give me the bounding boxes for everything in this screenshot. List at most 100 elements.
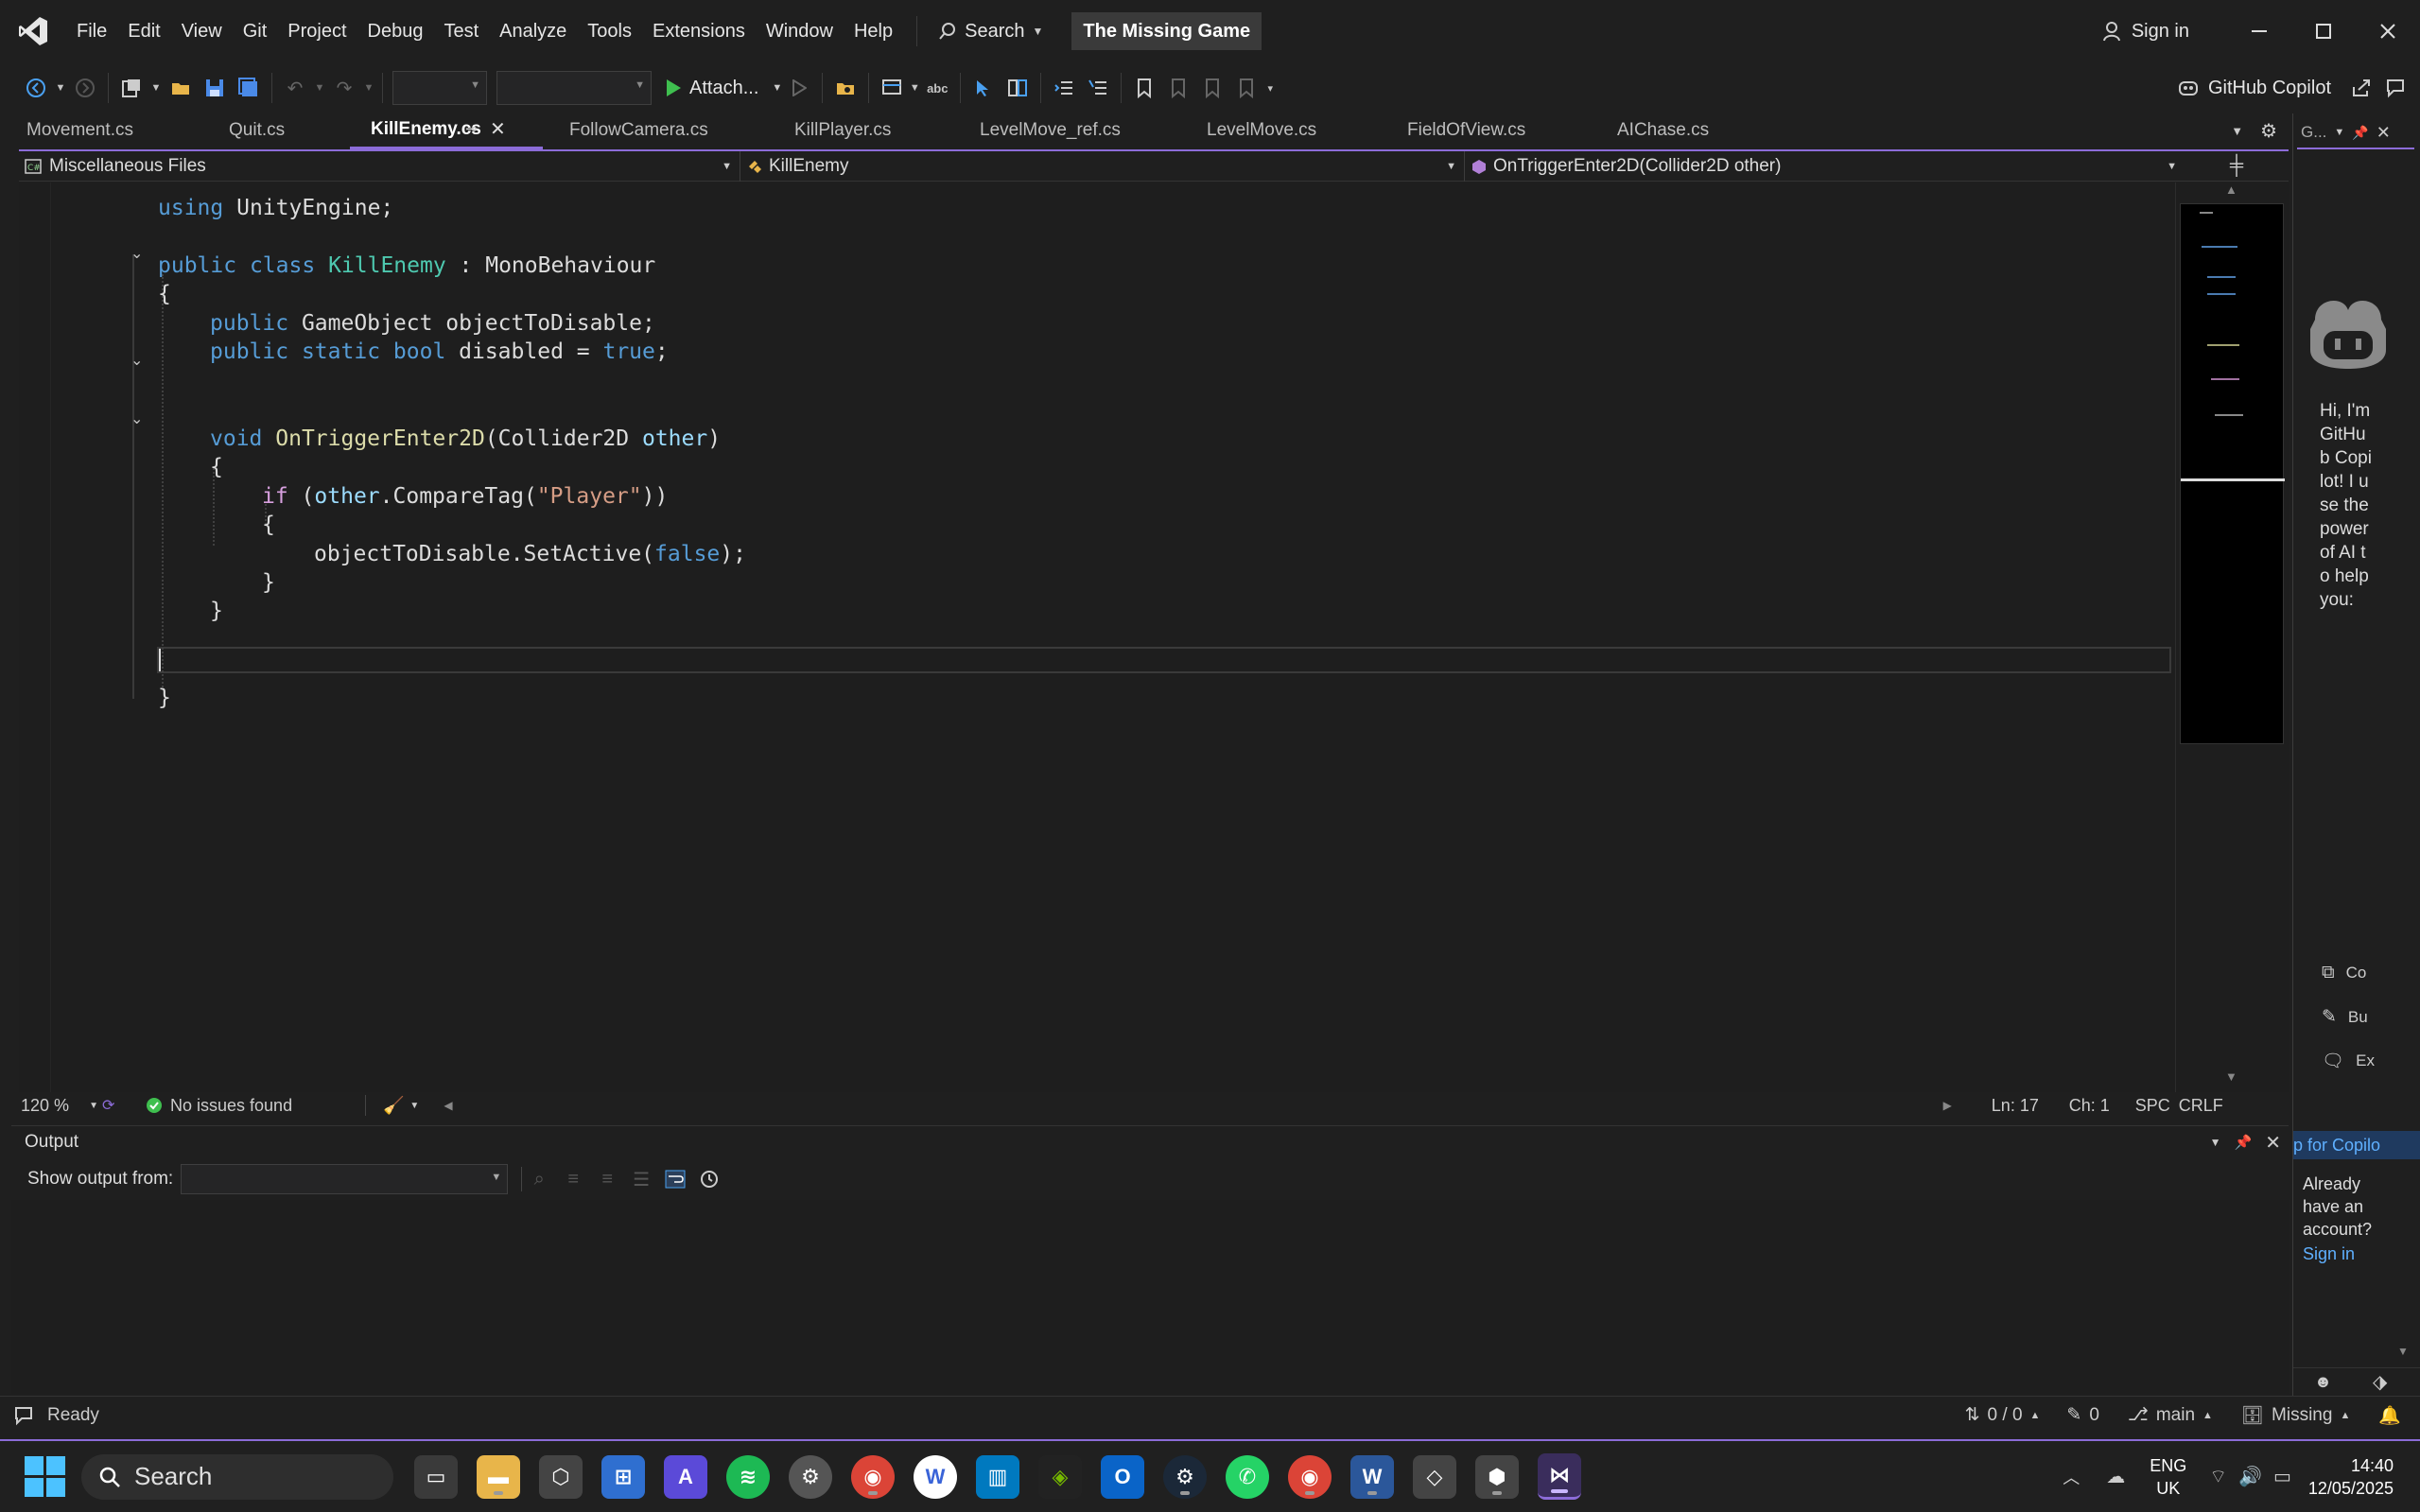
windows-start-button[interactable] xyxy=(21,1453,68,1501)
pin-icon[interactable]: 📌 xyxy=(2352,125,2368,141)
minimap[interactable] xyxy=(2180,203,2285,744)
prev-bookmark-button[interactable] xyxy=(1161,69,1195,107)
issues-indicator[interactable]: No issues found xyxy=(146,1096,363,1116)
maximize-button[interactable] xyxy=(2291,12,2356,50)
whitespace-mode[interactable]: SPC xyxy=(2135,1096,2179,1116)
chrome-profile-icon[interactable]: ◉ xyxy=(1288,1454,1332,1499)
nvidia-icon[interactable]: ◈ xyxy=(1038,1454,1082,1499)
share-button[interactable] xyxy=(2344,69,2378,107)
tab-levelmove[interactable]: LevelMove.cs xyxy=(1180,113,1381,148)
scroll-left-icon[interactable]: ◀ xyxy=(444,1099,452,1112)
spotify-icon[interactable]: ≋ xyxy=(726,1454,770,1499)
chevron-down-icon[interactable]: ▼ xyxy=(2334,127,2344,138)
tab-followcamera[interactable]: FollowCamera.cs xyxy=(543,113,768,148)
clock[interactable]: 14:40 12/05/2025 xyxy=(2308,1454,2394,1500)
copilot-suggestion-3[interactable]: 🗨 Ex xyxy=(2322,1050,2375,1072)
timestamps-button[interactable] xyxy=(692,1160,726,1198)
back-button[interactable] xyxy=(19,69,53,107)
vertical-scrollbar[interactable]: ▲ ▼ xyxy=(2175,182,2289,1092)
bookmark-button[interactable] xyxy=(1127,69,1161,107)
tab-levelmove-ref[interactable]: LevelMove_ref.cs xyxy=(953,113,1180,148)
undo-dropdown[interactable]: ▼ xyxy=(312,69,327,107)
class-dropdown[interactable]: KillEnemy ▼ xyxy=(740,150,1464,182)
platform-select[interactable]: ▼ xyxy=(496,71,652,105)
microsoft-store-icon[interactable]: ⊞ xyxy=(601,1454,645,1499)
wattpad-icon[interactable]: W xyxy=(914,1454,957,1499)
collapse-icon[interactable]: ⌄ xyxy=(131,409,149,428)
sign-in-button[interactable]: Sign in xyxy=(2102,21,2189,43)
tab-list-dropdown-icon[interactable]: ▼ xyxy=(2231,124,2243,138)
copilot-suggestion-2[interactable]: ✎ Bu xyxy=(2322,1006,2368,1028)
next-message-button[interactable]: ≡ xyxy=(590,1160,624,1198)
split-window-button[interactable]: ╪ xyxy=(2185,155,2289,177)
menu-test[interactable]: Test xyxy=(433,0,489,62)
affinity-icon[interactable]: A xyxy=(664,1454,707,1499)
comment-button[interactable] xyxy=(1081,69,1115,107)
tab-aichase[interactable]: AIChase.cs xyxy=(1591,113,1759,148)
clear-bookmarks-button[interactable] xyxy=(1229,69,1263,107)
tab-killenemy[interactable]: KillEnemy.cs ⊸ ✕ xyxy=(350,112,543,149)
column-number[interactable]: Ch: 1 xyxy=(2069,1096,2135,1116)
close-panel-icon[interactable]: ✕ xyxy=(2376,123,2391,143)
volume-icon[interactable]: 🔊 xyxy=(2238,1465,2262,1488)
unity-icon[interactable]: ◇ xyxy=(1413,1454,1456,1499)
copilot-signup-button[interactable]: p for Copilo xyxy=(2293,1131,2420,1159)
gear-icon[interactable]: ⚙ xyxy=(2260,119,2277,143)
find-message-button[interactable]: ⌕ xyxy=(522,1160,556,1198)
menu-analyze[interactable]: Analyze xyxy=(489,0,577,62)
copilot-suggestion-1[interactable]: ⧉ Co xyxy=(2322,963,2366,983)
git-changes-indicator[interactable]: ⇅ 0 / 0 ▲ xyxy=(1965,1404,2041,1426)
menu-project[interactable]: Project xyxy=(277,0,357,62)
taskbar-search[interactable]: Search xyxy=(81,1453,393,1500)
tab-killplayer[interactable]: KillPlayer.cs xyxy=(768,113,953,148)
menu-file[interactable]: File xyxy=(66,0,117,62)
visual-studio-taskbar-icon[interactable]: ⋈ xyxy=(1538,1453,1581,1500)
show-hidden-icons-chevron-icon[interactable]: ︿ xyxy=(2063,1465,2080,1489)
search-button[interactable]: Search ▼ xyxy=(931,12,1051,50)
menu-git[interactable]: Git xyxy=(233,0,278,62)
intellicode-icon[interactable]: ⟳ xyxy=(102,1096,125,1115)
branch-selector[interactable]: ⎇ main ▲ xyxy=(2128,1404,2213,1426)
clear-all-button[interactable]: ☰ xyxy=(624,1160,658,1198)
close-panel-icon[interactable]: ✕ xyxy=(2265,1131,2281,1155)
spell-check-button[interactable]: abc xyxy=(920,69,954,107)
menu-tools[interactable]: Tools xyxy=(577,0,642,62)
layout-dropdown[interactable]: ▼ xyxy=(909,69,920,107)
zoom-select[interactable]: 120 % ▼ xyxy=(19,1096,102,1116)
undo-button[interactable]: ↶ xyxy=(278,69,312,107)
whatsapp-icon[interactable]: ✆ xyxy=(1226,1454,1269,1499)
wifi-icon[interactable]: ⌔ xyxy=(2209,1465,2227,1488)
start-without-debugging-button[interactable] xyxy=(782,69,816,107)
scroll-down-icon[interactable]: ▼ xyxy=(2397,1345,2409,1358)
collapse-icon[interactable]: ⌄ xyxy=(131,244,149,263)
trello-icon[interactable]: ▥ xyxy=(976,1454,1019,1499)
tab-quit[interactable]: Quit.cs xyxy=(202,113,350,148)
copilot-sign-in-link[interactable]: Sign in xyxy=(2303,1244,2355,1264)
attach-button[interactable]: Attach... ▼ xyxy=(665,69,782,107)
unity-hub-icon[interactable]: ⬡ xyxy=(539,1454,583,1499)
line-number[interactable]: Ln: 17 xyxy=(1992,1096,2069,1116)
redo-dropdown[interactable]: ▼ xyxy=(361,69,376,107)
save-button[interactable] xyxy=(198,69,232,107)
language-indicator[interactable]: ENG UK xyxy=(2150,1454,2186,1500)
close-window-button[interactable] xyxy=(2356,12,2420,50)
configuration-select[interactable]: ▼ xyxy=(392,71,487,105)
forward-button[interactable] xyxy=(68,69,102,107)
menu-edit[interactable]: Edit xyxy=(117,0,170,62)
redo-button[interactable]: ↷ xyxy=(327,69,361,107)
word-icon[interactable]: W xyxy=(1350,1454,1394,1499)
output-content[interactable] xyxy=(11,1200,2289,1395)
word-wrap-button[interactable] xyxy=(658,1160,692,1198)
minimize-button[interactable] xyxy=(2227,12,2291,50)
solution-explorer-button[interactable] xyxy=(828,69,862,107)
collapse-icon[interactable]: ⌄ xyxy=(131,351,149,370)
visual-studio-logo-icon[interactable] xyxy=(0,12,66,50)
open-button[interactable] xyxy=(164,69,198,107)
code-cleanup-button[interactable]: 🧹 ▼ xyxy=(383,1096,419,1116)
feedback-button[interactable] xyxy=(2378,69,2412,107)
unity-editor-icon[interactable]: ⬢ xyxy=(1475,1454,1519,1499)
onedrive-icon[interactable]: ☁ xyxy=(2106,1465,2125,1488)
scroll-up-icon[interactable]: ▲ xyxy=(2225,182,2237,197)
project-dropdown[interactable]: C# Miscellaneous Files ▼ xyxy=(19,151,740,182)
menu-extensions[interactable]: Extensions xyxy=(642,0,756,62)
